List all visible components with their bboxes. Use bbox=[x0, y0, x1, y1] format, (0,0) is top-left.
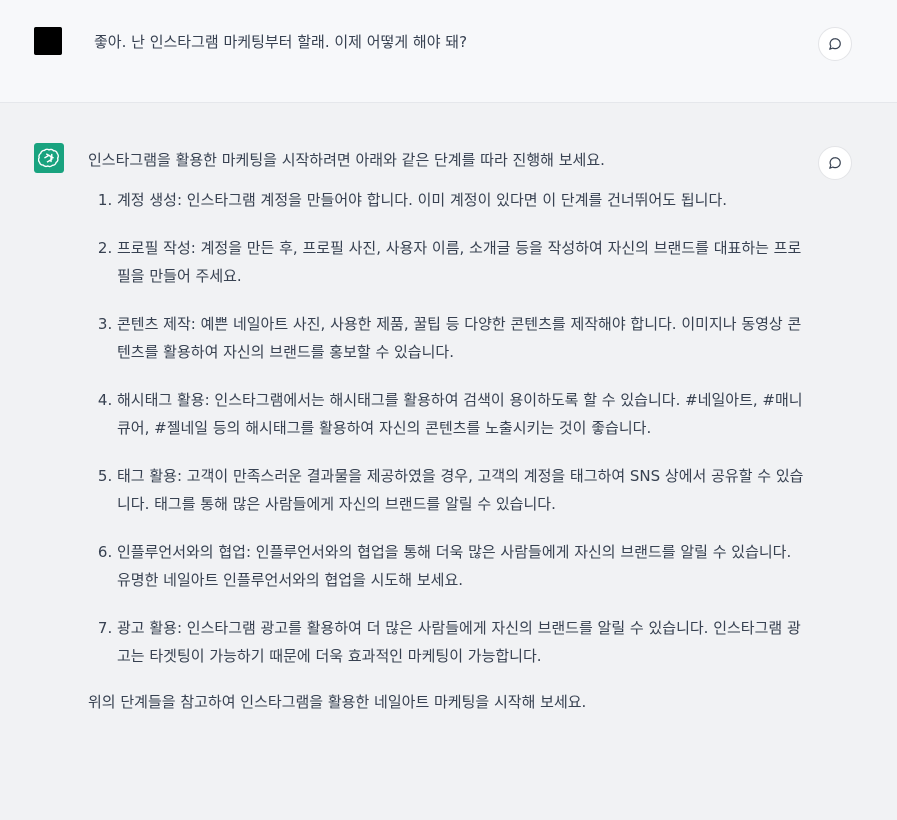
assistant-message-body: 인스타그램을 활용한 마케팅을 시작하려면 아래와 같은 단계를 따라 진행해 … bbox=[88, 146, 808, 716]
user-feedback-button[interactable] bbox=[818, 27, 852, 61]
user-message-text: 좋아. 난 인스타그램 마케팅부터 할래. 이제 어떻게 해야 돼? bbox=[94, 33, 468, 51]
answer-closing: 위의 단계들을 참고하여 인스타그램을 활용한 네일아트 마케팅을 시작해 보세… bbox=[88, 693, 587, 711]
step-item: 태그 활용: 고객이 만족스러운 결과물을 제공하였을 경우, 고객의 계정을 … bbox=[117, 462, 808, 518]
user-message: 좋아. 난 인스타그램 마케팅부터 할래. 이제 어떻게 해야 돼? bbox=[0, 0, 897, 103]
step-item: 광고 활용: 인스타그램 광고를 활용하여 더 많은 사람들에게 자신의 브랜드… bbox=[117, 614, 808, 670]
user-avatar bbox=[34, 27, 62, 55]
answer-intro: 인스타그램을 활용한 마케팅을 시작하려면 아래와 같은 단계를 따라 진행해 … bbox=[88, 151, 605, 169]
message-bubble-icon bbox=[829, 157, 841, 169]
step-item: 계정 생성: 인스타그램 계정을 만들어야 합니다. 이미 계정이 있다면 이 … bbox=[117, 186, 808, 214]
assistant-message: 인스타그램을 활용한 마케팅을 시작하려면 아래와 같은 단계를 따라 진행해 … bbox=[0, 103, 897, 820]
step-item: 프로필 작성: 계정을 만든 후, 프로필 사진, 사용자 이름, 소개글 등을… bbox=[117, 234, 808, 290]
step-item: 해시태그 활용: 인스타그램에서는 해시태그를 활용하여 검색이 용이하도록 할… bbox=[117, 386, 808, 442]
assistant-avatar bbox=[34, 143, 64, 173]
assistant-feedback-button[interactable] bbox=[818, 146, 852, 180]
openai-logo-icon bbox=[38, 148, 59, 168]
step-item: 인플루언서와의 협업: 인플루언서와의 협업을 통해 더욱 많은 사람들에게 자… bbox=[117, 538, 808, 594]
step-item: 콘텐츠 제작: 예쁜 네일아트 사진, 사용한 제품, 꿀팁 등 다양한 콘텐츠… bbox=[117, 310, 808, 366]
steps-list: 계정 생성: 인스타그램 계정을 만들어야 합니다. 이미 계정이 있다면 이 … bbox=[88, 186, 808, 670]
message-bubble-icon bbox=[829, 38, 841, 50]
